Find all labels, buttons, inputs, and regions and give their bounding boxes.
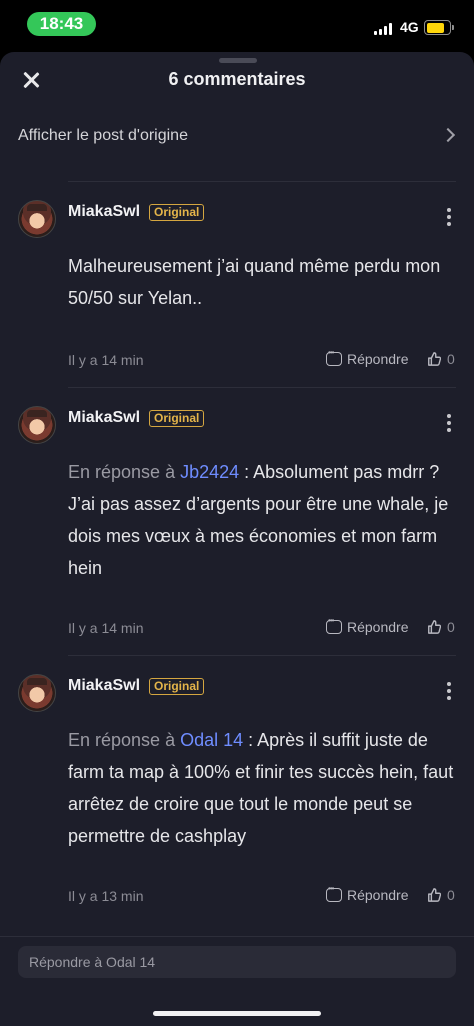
comment-bubble-icon [326, 884, 342, 902]
thumbs-up-icon [428, 620, 441, 634]
comments-sheet: 6 commentaires Afficher le post d'origin… [0, 52, 474, 1026]
reply-input[interactable] [18, 946, 456, 978]
reply-prefix: En réponse à [68, 462, 181, 482]
reply-bar [0, 936, 474, 1026]
comment-timestamp: Il y a 13 min [68, 888, 144, 904]
mention-link[interactable]: Odal 14 [180, 730, 243, 750]
comment-bubble-icon [326, 616, 342, 634]
like-count: 0 [447, 887, 455, 903]
comment-text: En réponse à Odal 14 : Après il suffit j… [68, 724, 458, 852]
thumbs-up-icon [428, 352, 441, 366]
comment-text: En réponse à Jb2424 : Absolument pas mdr… [68, 456, 458, 584]
comment-author[interactable]: MiakaSwl [68, 409, 140, 427]
cellular-signal-icon [374, 23, 394, 35]
sheet-header: 6 commentaires [0, 60, 474, 104]
network-type: 4G [400, 19, 419, 35]
status-time: 18:43 [27, 12, 96, 36]
like-count: 0 [447, 351, 455, 367]
reply-button[interactable]: Répondre [326, 884, 409, 903]
like-button[interactable]: 0 [427, 887, 455, 903]
avatar[interactable] [18, 406, 56, 444]
reply-prefix: En réponse à [68, 730, 181, 750]
mention-link[interactable]: Jb2424 [180, 462, 239, 482]
comment-body: Malheureusement j’ai quand même perdu mo… [68, 256, 441, 308]
thumbs-up-icon [428, 888, 441, 902]
original-badge: Original [149, 410, 205, 427]
more-options-icon[interactable] [447, 208, 451, 226]
comment-timestamp: Il y a 14 min [68, 352, 144, 368]
more-options-icon[interactable] [447, 414, 451, 432]
avatar[interactable] [18, 200, 56, 238]
like-button[interactable]: 0 [427, 351, 455, 367]
comment-author[interactable]: MiakaSwl [68, 677, 140, 695]
reply-label: Répondre [347, 351, 409, 367]
reply-label: Répondre [347, 887, 409, 903]
view-original-post-label: Afficher le post d'origine [18, 127, 188, 144]
page-title: 6 commentaires [168, 69, 306, 89]
comment-item: MiakaSwl Original En réponse à Jb2424 : … [0, 388, 474, 656]
comment-item: MiakaSwl Original Malheureusement j’ai q… [0, 182, 474, 388]
comment-timestamp: Il y a 14 min [68, 620, 144, 636]
comment-author[interactable]: MiakaSwl [68, 203, 140, 221]
reply-label: Répondre [347, 619, 409, 635]
like-button[interactable]: 0 [427, 619, 455, 635]
more-options-icon[interactable] [447, 682, 451, 700]
view-original-post-row[interactable]: Afficher le post d'origine [0, 112, 474, 160]
comment-item: MiakaSwl Original En réponse à Odal 14 :… [0, 656, 474, 924]
comment-bubble-icon [326, 348, 342, 366]
comment-text: Malheureusement j’ai quand même perdu mo… [68, 250, 458, 314]
home-indicator[interactable] [153, 1011, 321, 1016]
original-badge: Original [149, 678, 205, 695]
status-bar: 18:43 4G [0, 0, 474, 50]
reply-button[interactable]: Répondre [326, 348, 409, 367]
avatar[interactable] [18, 674, 56, 712]
original-badge: Original [149, 204, 205, 221]
like-count: 0 [447, 619, 455, 635]
chevron-right-icon [440, 127, 456, 143]
reply-button[interactable]: Répondre [326, 616, 409, 635]
battery-icon [424, 20, 454, 35]
